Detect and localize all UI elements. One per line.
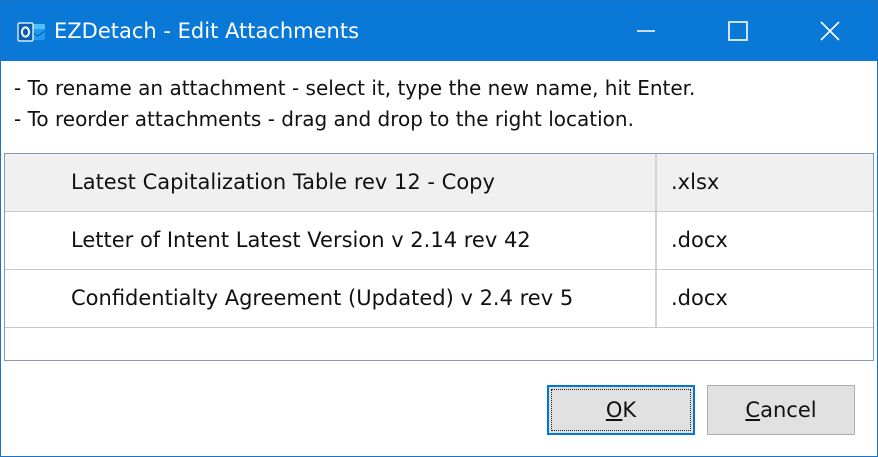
cancel-button[interactable]: Cancel — [707, 385, 855, 435]
instruction-reorder: - To reorder attachments - drag and drop… — [14, 107, 634, 131]
minimize-icon — [637, 30, 655, 32]
instructions-text: - To rename an attachment - select it, t… — [14, 73, 695, 135]
instruction-rename: - To rename an attachment - select it, t… — [14, 76, 696, 100]
cancel-button-label: Cancel — [745, 398, 817, 422]
outlook-app-icon — [17, 22, 46, 42]
attachment-row[interactable]: Letter of Intent Latest Version v 2.14 r… — [5, 212, 873, 270]
attachment-name-cell[interactable]: Letter of Intent Latest Version v 2.14 r… — [5, 212, 657, 269]
ok-button[interactable]: OK — [547, 385, 695, 435]
close-button[interactable] — [784, 1, 876, 61]
close-icon — [820, 21, 840, 41]
attachment-row[interactable]: Confidentialty Agreement (Updated) v 2.4… — [5, 270, 873, 328]
ok-button-label: OK — [605, 398, 637, 422]
attachment-extension-cell: .docx — [671, 286, 728, 310]
attachment-name-cell[interactable]: Confidentialty Agreement (Updated) v 2.4… — [5, 270, 657, 327]
attachment-name-cell[interactable]: Latest Capitalization Table rev 12 - Cop… — [5, 154, 657, 211]
attachment-extension-cell: .xlsx — [671, 170, 720, 194]
attachment-row[interactable]: Latest Capitalization Table rev 12 - Cop… — [5, 154, 873, 212]
attachments-grid[interactable]: Latest Capitalization Table rev 12 - Cop… — [4, 153, 874, 361]
title-bar[interactable]: EZDetach - Edit Attachments — [1, 1, 877, 61]
minimize-button[interactable] — [600, 1, 692, 61]
attachment-extension-cell: .docx — [671, 228, 728, 252]
dialog-window: EZDetach - Edit Attachments - To rename … — [0, 0, 878, 457]
maximize-icon — [728, 21, 748, 41]
window-title: EZDetach - Edit Attachments — [54, 19, 360, 43]
maximize-button[interactable] — [692, 1, 784, 61]
